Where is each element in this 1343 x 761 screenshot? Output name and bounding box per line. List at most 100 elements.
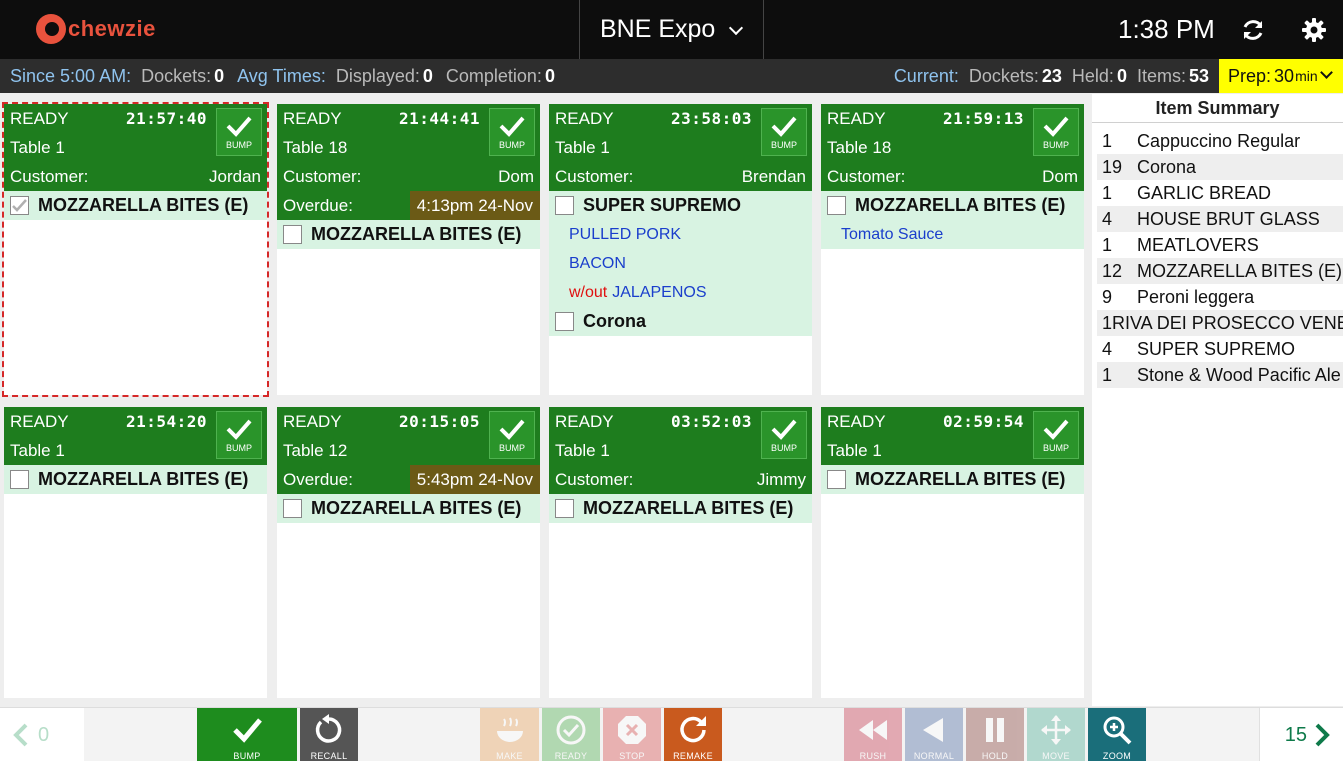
next-page-button[interactable]: 15	[1259, 708, 1343, 761]
item-checkbox[interactable]	[555, 312, 574, 331]
docket-item[interactable]: MOZZARELLA BITES (E)	[549, 494, 812, 523]
overdue-time: 4:13pm 24-Nov	[409, 191, 540, 220]
item-checkbox[interactable]	[555, 499, 574, 518]
docket-card[interactable]: READY 21:44:41 Table 18 Customer: Dom Ov…	[277, 104, 540, 395]
items-value: 53	[1188, 65, 1209, 86]
docket-card[interactable]: READY 02:59:54 Table 1 BUMP MOZZARELLA B…	[821, 407, 1084, 698]
logo-mark-icon	[36, 14, 66, 44]
summary-name: MOZZARELLA BITES (E)	[1137, 260, 1343, 281]
bump-button[interactable]: BUMP	[216, 411, 262, 459]
normal-button[interactable]: NORMAL	[905, 708, 963, 761]
item-checkbox[interactable]	[827, 196, 846, 215]
summary-row[interactable]: 19 Corona	[1097, 154, 1343, 180]
docket-card[interactable]: READY 21:57:40 Table 1 Customer: Jordan …	[2, 102, 269, 397]
zoom-button[interactable]: ZOOM	[1088, 708, 1146, 761]
check-icon	[771, 419, 797, 440]
customer-name: Dom	[1042, 166, 1078, 186]
prep-time-select[interactable]: Prep: 30 min	[1219, 59, 1343, 93]
summary-qty: 19	[1102, 156, 1123, 177]
recall-button[interactable]: RECALL	[300, 708, 358, 761]
ready-label: READY	[554, 751, 588, 761]
bump-button[interactable]: BUMP	[1033, 108, 1079, 156]
held-stat: Held: 0	[1072, 66, 1127, 87]
item-checkbox[interactable]	[827, 470, 846, 489]
docket-card[interactable]: READY 21:59:13 Table 18 Customer: Dom BU…	[821, 104, 1084, 395]
summary-name: GARLIC BREAD	[1137, 182, 1272, 203]
summary-row[interactable]: 4 HOUSE BRUT GLASS	[1097, 206, 1343, 232]
docket-card[interactable]: READY 21:54:20 Table 1 BUMP MOZZARELLA B…	[4, 407, 267, 698]
item-summary-list: 1 Cappuccino Regular 19 Corona 1 GARLIC BRE…	[1092, 128, 1343, 388]
summary-row[interactable]: 1 GARLIC BREAD	[1097, 180, 1343, 206]
summary-row[interactable]: 1 MEATLOVERS	[1097, 232, 1343, 258]
displayed-stat: Displayed: 0	[336, 66, 433, 87]
remake-button[interactable]: REMAKE	[664, 708, 722, 761]
docket-card[interactable]: READY 03:52:03 Table 1 Customer: Jimmy B…	[549, 407, 812, 698]
summary-qty: 1	[1102, 234, 1113, 255]
docket-item[interactable]: MOZZARELLA BITES (E)	[4, 191, 267, 220]
item-checkbox[interactable]	[283, 225, 302, 244]
rush-button[interactable]: RUSH	[844, 708, 902, 761]
docket-status: READY	[10, 411, 69, 431]
prep-value: 30	[1274, 65, 1295, 86]
bump-button[interactable]: BUMP	[1033, 411, 1079, 459]
docket-item[interactable]: MOZZARELLA BITES (E)	[821, 465, 1084, 494]
summary-row[interactable]: 1 Stone & Wood Pacific Ale	[1097, 362, 1343, 388]
item-name: MOZZARELLA BITES (E)	[311, 498, 522, 518]
docket-timer: 20:15:05	[399, 412, 481, 431]
item-checkbox[interactable]	[10, 196, 29, 215]
customer-label: Customer:	[10, 166, 89, 186]
bump-label: BUMP	[1042, 443, 1069, 453]
bump-button[interactable]: BUMP	[216, 108, 262, 156]
docket-item[interactable]: MOZZARELLA BITES (E)	[821, 191, 1084, 220]
summary-row[interactable]: 1RIVA DEI PROSECCO VENETO	[1097, 310, 1343, 336]
bump-action-button[interactable]: BUMP	[197, 708, 297, 761]
docket-items: MOZZARELLA BITES (E)	[277, 494, 540, 523]
modifier-text: JALAPENOS	[612, 283, 707, 301]
customer-label: Customer:	[555, 166, 634, 186]
bump-button[interactable]: BUMP	[489, 411, 535, 459]
summary-row[interactable]: 12 MOZZARELLA BITES (E)	[1097, 258, 1343, 284]
summary-qty: 1	[1102, 312, 1113, 333]
stop-button[interactable]: STOP	[603, 708, 661, 761]
stop-icon	[618, 716, 646, 744]
prev-page-count: 0	[38, 723, 50, 746]
docket-item[interactable]: MOZZARELLA BITES (E)	[4, 465, 267, 494]
move-button[interactable]: MOVE	[1027, 708, 1085, 761]
docket-card[interactable]: READY 23:58:03 Table 1 Customer: Brendan…	[549, 104, 812, 395]
make-button[interactable]: MAKE	[480, 708, 539, 761]
bump-button[interactable]: BUMP	[761, 108, 807, 156]
docket-item[interactable]: MOZZARELLA BITES (E)	[277, 494, 540, 523]
item-checkbox[interactable]	[10, 470, 29, 489]
docket-card[interactable]: READY 20:15:05 Table 12 Overdue: 5:43pm …	[277, 407, 540, 698]
item-summary-title: Item Summary	[1092, 94, 1343, 123]
bump-label: BUMP	[498, 443, 525, 453]
customer-label: Customer:	[283, 166, 362, 186]
summary-row[interactable]: 9 Peroni leggera	[1097, 284, 1343, 310]
prev-page-button[interactable]: 0	[0, 708, 84, 761]
docket-item[interactable]: Corona	[549, 307, 812, 336]
item-modifier: PULLED PORK	[549, 220, 812, 249]
refresh-icon[interactable]	[1240, 17, 1266, 43]
docket-header: READY 03:52:03 Table 1 Customer: Jimmy B…	[549, 407, 812, 494]
check-icon	[226, 116, 252, 137]
hold-button[interactable]: HOLD	[966, 708, 1024, 761]
customer-name: Jordan	[209, 166, 261, 186]
ready-button[interactable]: READY	[542, 708, 600, 761]
docket-item[interactable]: SUPER SUPREMO	[549, 191, 812, 220]
next-page-count: 15	[1284, 723, 1307, 746]
item-checkbox[interactable]	[283, 499, 302, 518]
prep-unit: min	[1295, 68, 1318, 84]
docket-item[interactable]: MOZZARELLA BITES (E)	[277, 220, 540, 249]
summary-row[interactable]: 1 Cappuccino Regular	[1097, 128, 1343, 154]
bump-button[interactable]: BUMP	[761, 411, 807, 459]
gear-icon[interactable]	[1300, 16, 1328, 44]
bump-button[interactable]: BUMP	[489, 108, 535, 156]
make-label: MAKE	[496, 751, 523, 761]
bump-label: BUMP	[770, 443, 797, 453]
move-label: MOVE	[1042, 751, 1070, 761]
item-checkbox[interactable]	[555, 196, 574, 215]
summary-row[interactable]: 4 SUPER SUPREMO	[1097, 336, 1343, 362]
station-select[interactable]: BNE Expo	[579, 0, 764, 59]
bump-action-label: BUMP	[233, 751, 261, 761]
overdue-time: 5:43pm 24-Nov	[409, 465, 540, 494]
